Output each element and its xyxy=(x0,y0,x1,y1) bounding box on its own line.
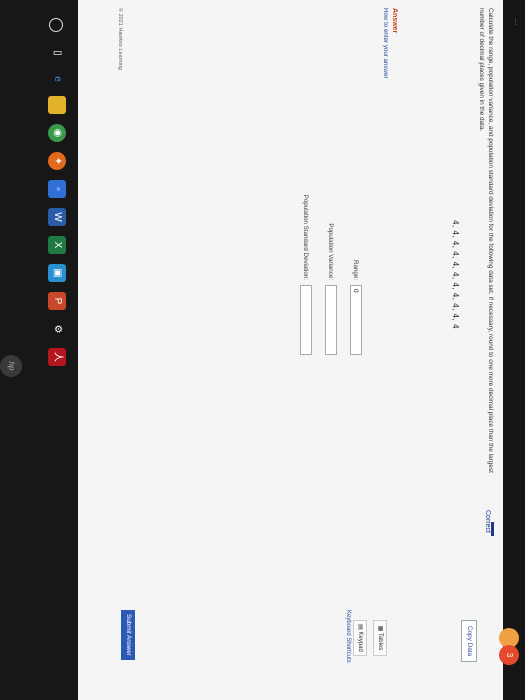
acrobat-icon[interactable]: 人 xyxy=(48,348,66,366)
photos-icon[interactable]: ▣ xyxy=(48,264,66,282)
edge-icon[interactable]: e xyxy=(48,70,66,88)
store-icon[interactable]: ▫ xyxy=(48,180,66,198)
data-set: 4, 4, 4, 4, 4, 4, 4, 4, 4, 4, 4 xyxy=(451,220,460,329)
submit-answer-button[interactable]: Submit Answer xyxy=(121,610,135,660)
start-icon[interactable] xyxy=(49,18,63,32)
tables-button[interactable]: ▦ Tables xyxy=(373,620,387,656)
copyright-text: © 2021 Hawkes Learning xyxy=(117,8,123,70)
hp-logo: hp xyxy=(0,355,22,377)
status-tab-indicator xyxy=(491,522,494,536)
population-variance-input[interactable] xyxy=(325,285,337,355)
keypad-button[interactable]: ▤ Keypad xyxy=(353,620,367,656)
keyboard-shortcuts-link[interactable]: Keyboard Shortcuts xyxy=(345,610,351,663)
tables-label: Tables xyxy=(377,632,383,651)
firefox-icon[interactable]: ✦ xyxy=(48,152,66,170)
excel-icon[interactable]: X xyxy=(48,236,66,254)
population-sd-label: Population Standard Deviation: xyxy=(302,194,309,280)
assignment-page: ... Correct 3 Calculate the range, popul… xyxy=(78,0,525,700)
notification-badge[interactable]: 3 xyxy=(499,645,519,665)
taskbar: ▯ e ◉ ✦ ▫ W X ▣ P ⚙ 人 xyxy=(0,0,78,700)
top-bar-title: ... xyxy=(513,18,523,26)
chrome-icon[interactable]: ◉ xyxy=(48,124,66,142)
powerpoint-icon[interactable]: P xyxy=(48,292,66,310)
population-sd-input[interactable] xyxy=(300,285,312,355)
keypad-label: Keypad xyxy=(357,631,363,652)
photo-frame: ... Correct 3 Calculate the range, popul… xyxy=(0,0,525,700)
word-icon[interactable]: W xyxy=(48,208,66,226)
status-tab-label[interactable]: Correct xyxy=(484,510,491,533)
question-text: Calculate the range, population variance… xyxy=(478,8,494,473)
file-explorer-icon[interactable] xyxy=(48,96,66,114)
population-variance-label: Population Variance: xyxy=(327,223,334,280)
range-input[interactable]: 0 xyxy=(350,285,362,355)
laptop-screen: ... Correct 3 Calculate the range, popul… xyxy=(0,0,525,700)
range-label: Range: xyxy=(352,260,359,280)
settings-icon[interactable]: ⚙ xyxy=(48,320,66,338)
top-bar: ... xyxy=(503,0,525,700)
how-to-answer-link[interactable]: How to enter your answer xyxy=(382,8,389,79)
task-view-icon[interactable]: ▯ xyxy=(48,44,66,62)
copy-data-button[interactable]: Copy Data xyxy=(461,620,477,662)
answer-heading: Answer xyxy=(391,8,398,34)
